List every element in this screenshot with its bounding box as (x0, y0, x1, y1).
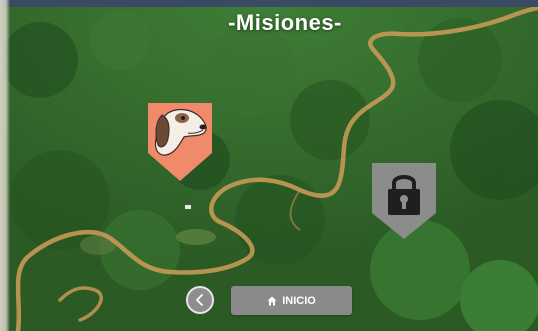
chevron-left-icon (196, 294, 203, 306)
home-icon (267, 296, 277, 305)
mission-dog-button[interactable] (148, 103, 212, 181)
page-title: -Misiones- (228, 10, 342, 35)
jungle-map-background (0, 0, 538, 331)
back-button[interactable] (186, 286, 214, 314)
lock-icon (372, 163, 436, 239)
left-edge-panel (0, 0, 10, 331)
mission-locked-button[interactable] (372, 163, 436, 239)
home-button-label: INICIO (282, 294, 316, 307)
dog-icon (148, 103, 212, 181)
home-button[interactable]: INICIO (231, 286, 352, 315)
top-bar (0, 0, 538, 7)
